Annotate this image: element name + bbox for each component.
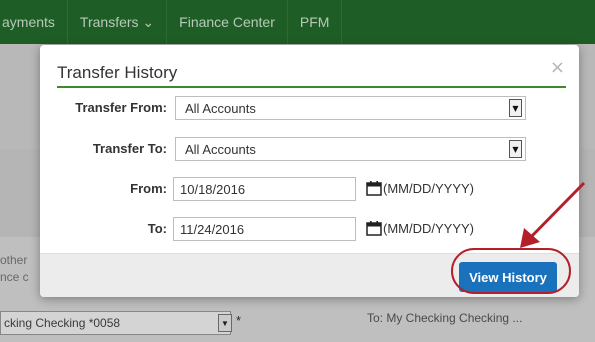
from-date-label: From: <box>130 181 167 196</box>
calendar-icon[interactable] <box>366 220 382 236</box>
transfer-to-value: All Accounts <box>185 141 256 157</box>
view-history-button[interactable]: View History <box>459 262 557 292</box>
from-date-row: From: 10/18/2016 (MM/DD/YYYY) <box>40 177 579 201</box>
modal-title: Transfer History <box>57 63 178 82</box>
transfer-from-row: Transfer From: All Accounts ▼ <box>40 96 579 120</box>
to-date-format-hint: (MM/DD/YYYY) <box>383 221 474 236</box>
chevron-down-icon[interactable]: ▼ <box>509 140 522 158</box>
modal-footer: View History <box>40 253 579 297</box>
transfer-from-select[interactable]: All Accounts ▼ <box>175 96 526 120</box>
transfer-from-value: All Accounts <box>185 100 256 116</box>
transfer-to-select[interactable]: All Accounts ▼ <box>175 137 526 161</box>
chevron-down-icon[interactable]: ▼ <box>509 99 522 117</box>
transfer-to-label: Transfer To: <box>92 141 167 156</box>
title-divider <box>57 86 566 88</box>
from-date-input[interactable]: 10/18/2016 <box>173 177 356 201</box>
to-date-row: To: 11/24/2016 (MM/DD/YYYY) <box>40 217 579 241</box>
to-date-label: To: <box>147 221 167 236</box>
to-date-input[interactable]: 11/24/2016 <box>173 217 356 241</box>
close-icon[interactable]: × <box>550 57 565 78</box>
transfer-history-modal: Transfer History × Transfer From: All Ac… <box>40 45 579 297</box>
calendar-icon[interactable] <box>366 180 382 196</box>
transfer-from-label: Transfer From: <box>75 100 167 115</box>
transfer-to-row: Transfer To: All Accounts ▼ <box>40 137 579 161</box>
from-date-format-hint: (MM/DD/YYYY) <box>383 181 474 196</box>
